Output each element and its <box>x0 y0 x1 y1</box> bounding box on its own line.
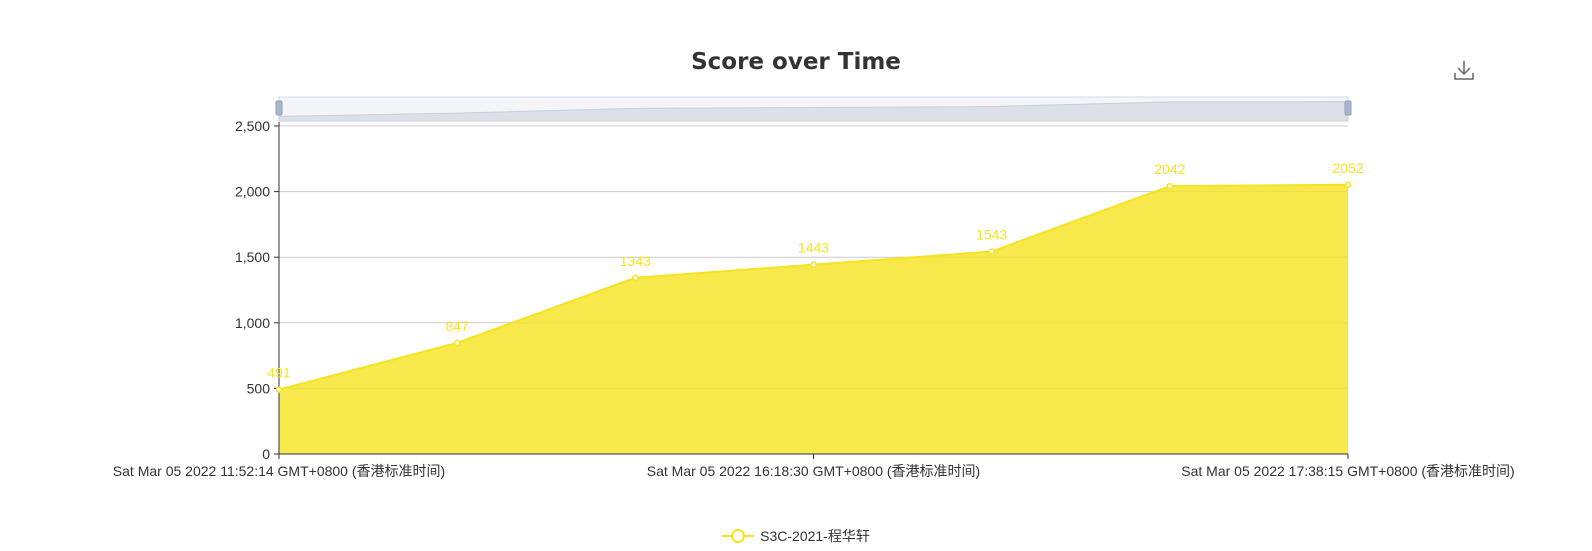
data-point[interactable] <box>810 261 817 268</box>
y-tick-label: 500 <box>247 380 271 396</box>
y-tick-label: 2,000 <box>235 184 270 200</box>
zoom-handle[interactable] <box>275 100 283 116</box>
legend-symbol-icon <box>722 529 755 543</box>
data-label: 2042 <box>1154 161 1185 177</box>
data-label: 847 <box>445 318 469 334</box>
y-tick-label: 1,500 <box>235 249 270 265</box>
data-point[interactable] <box>275 386 283 393</box>
data-zoom-slider[interactable] <box>275 96 1352 122</box>
data-point[interactable] <box>988 248 995 255</box>
data-point[interactable] <box>1344 181 1352 189</box>
x-tick-label: Sat Mar 05 2022 17:38:15 GMT+0800 (香港标准时… <box>1181 463 1514 479</box>
data-label: 1443 <box>798 240 829 256</box>
data-label: 2052 <box>1332 160 1363 176</box>
series-area-fill <box>279 184 1348 455</box>
data-label: 1543 <box>976 227 1007 243</box>
series-area <box>278 183 1349 455</box>
x-tick-label: Sat Mar 05 2022 11:52:14 GMT+0800 (香港标准时… <box>113 463 445 479</box>
y-tick-label: 2,500 <box>235 118 270 134</box>
chart-plot[interactable]: 0 500 1,000 1,500 2,000 2,500 Sat Mar 05 2022 … <box>0 0 1592 551</box>
data-label: 491 <box>267 365 291 381</box>
legend-label: S3C-2021-程华轩 <box>760 528 870 544</box>
data-point[interactable] <box>632 274 639 282</box>
data-point[interactable] <box>453 339 461 347</box>
data-label: 1343 <box>620 253 651 269</box>
legend: S3C-2021-程华轩 <box>0 526 1592 547</box>
data-point[interactable] <box>1166 182 1174 190</box>
y-tick-label: 1,000 <box>235 315 270 331</box>
zoom-handle[interactable] <box>1344 100 1352 116</box>
legend-item[interactable]: S3C-2021-程华轩 <box>722 526 870 546</box>
x-tick-label: Sat Mar 05 2022 16:18:30 GMT+0800 (香港标准时… <box>647 463 980 479</box>
y-tick-label: 0 <box>262 446 270 462</box>
